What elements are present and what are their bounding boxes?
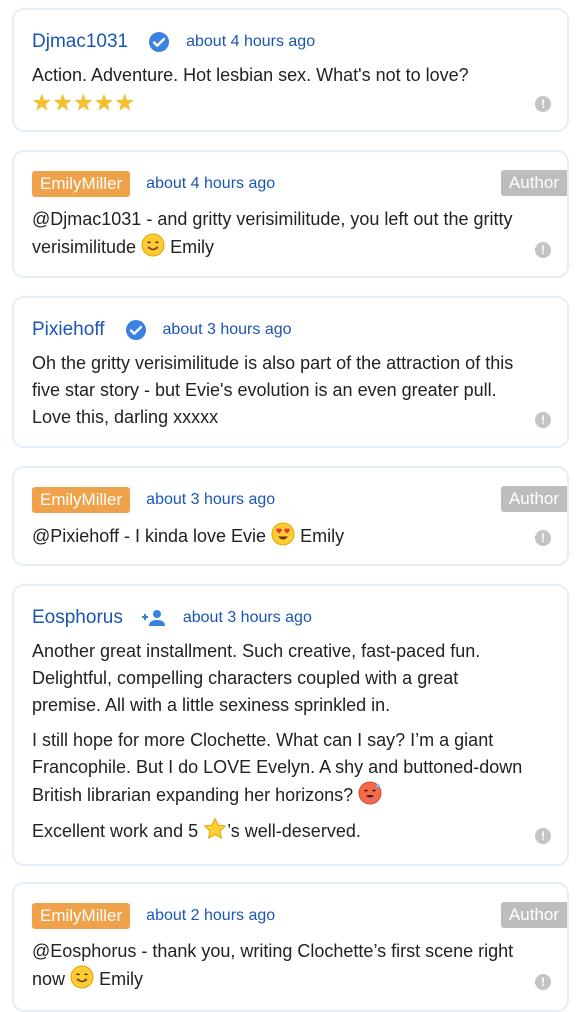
comment-card: Pixiehoff about 3 hours ago Oh the gritt…	[12, 296, 569, 448]
comment-text: @Djmac1031 - and gritty verisimilitude, …	[32, 209, 513, 257]
comment-header: Pixiehoff about 3 hours ago	[32, 316, 292, 344]
comment-body: @Djmac1031 - and gritty verisimilitude, …	[32, 206, 527, 261]
username-link[interactable]: EmilyMiller	[32, 171, 131, 197]
comment-text: Oh the gritty verisimilitude is also par…	[32, 353, 514, 427]
comment-body: Another great installment. Such creative…	[32, 638, 527, 853]
username-link[interactable]: Djmac1031	[32, 31, 128, 53]
comment-signature: Emily	[300, 526, 345, 546]
comment-body: @Pixiehoff - I kinda love Evie Emily	[32, 522, 527, 550]
comment-header: Eosphorus about 3 hours ago	[32, 604, 312, 632]
username-link[interactable]: EmilyMiller	[32, 487, 131, 513]
report-flag-icon[interactable]: !	[535, 96, 551, 112]
heart-eyes-emoji-icon	[271, 522, 295, 546]
author-badge: Author	[500, 486, 567, 512]
comment-header: EmilyMiller about 2 hours ago	[32, 902, 275, 930]
comment-text: I still hope for more Clochette. What ca…	[32, 730, 523, 805]
star-rating: ★★★★★	[32, 90, 136, 115]
comment-body: @Eosphorus - thank you, writing Clochett…	[32, 938, 527, 993]
comment-signature: Emily	[170, 237, 215, 257]
comment-text: @Pixiehoff - I kinda love Evie	[32, 526, 267, 546]
report-flag-icon[interactable]: !	[535, 974, 551, 990]
report-flag-icon[interactable]: !	[535, 828, 551, 844]
timestamp-link[interactable]: about 2 hours ago	[146, 907, 275, 925]
report-flag-icon[interactable]: !	[535, 530, 551, 546]
report-flag-icon[interactable]: !	[535, 242, 551, 258]
comment-paragraph: I still hope for more Clochette. What ca…	[32, 727, 527, 809]
comment-card: Djmac1031 about 4 hours ago Action. Adve…	[12, 8, 569, 132]
comment-header: EmilyMiller about 3 hours ago	[32, 486, 275, 514]
timestamp-link[interactable]: about 3 hours ago	[183, 609, 312, 627]
comment-paragraph: Another great installment. Such creative…	[32, 641, 481, 715]
author-badge: Author	[500, 902, 567, 928]
timestamp-link[interactable]: about 4 hours ago	[186, 33, 315, 51]
timestamp-link[interactable]: about 3 hours ago	[146, 491, 275, 509]
comment-card: EmilyMiller about 3 hours ago Author @Pi…	[12, 466, 569, 566]
verified-icon	[125, 320, 146, 340]
report-flag-icon[interactable]: !	[535, 412, 551, 428]
username-link[interactable]: Pixiehoff	[32, 319, 105, 341]
smiling-face-emoji-icon	[70, 965, 94, 989]
verified-icon	[149, 32, 170, 52]
comment-header: EmilyMiller about 4 hours ago	[32, 170, 275, 198]
timestamp-link[interactable]: about 3 hours ago	[163, 321, 292, 339]
comment-paragraph: Excellent work and 5 ’s well-deserved.	[32, 817, 527, 845]
comment-text: Action. Adventure. Hot lesbian sex. What…	[32, 65, 469, 85]
follow-user-icon[interactable]	[141, 608, 167, 628]
star-emoji-icon	[203, 817, 227, 840]
timestamp-link[interactable]: about 4 hours ago	[146, 175, 275, 193]
comment-card: EmilyMiller about 4 hours ago Author @Dj…	[12, 150, 569, 278]
author-badge: Author	[500, 170, 567, 196]
comment-text: Excellent work and 5	[32, 821, 199, 841]
comment-body: Action. Adventure. Hot lesbian sex. What…	[32, 62, 527, 116]
smiling-face-emoji-icon	[141, 233, 165, 257]
username-link[interactable]: Eosphorus	[32, 607, 123, 629]
comment-text: ’s well-deserved.	[227, 821, 361, 841]
username-link[interactable]: EmilyMiller	[32, 903, 131, 929]
comment-header: Djmac1031 about 4 hours ago	[32, 28, 315, 56]
comment-card: Eosphorus about 3 hours ago Another grea…	[12, 584, 569, 866]
comment-card: EmilyMiller about 2 hours ago Author @Eo…	[12, 882, 569, 1012]
comment-body: Oh the gritty verisimilitude is also par…	[32, 350, 527, 431]
comment-signature: Emily	[99, 969, 144, 989]
hot-face-emoji-icon	[358, 781, 382, 805]
